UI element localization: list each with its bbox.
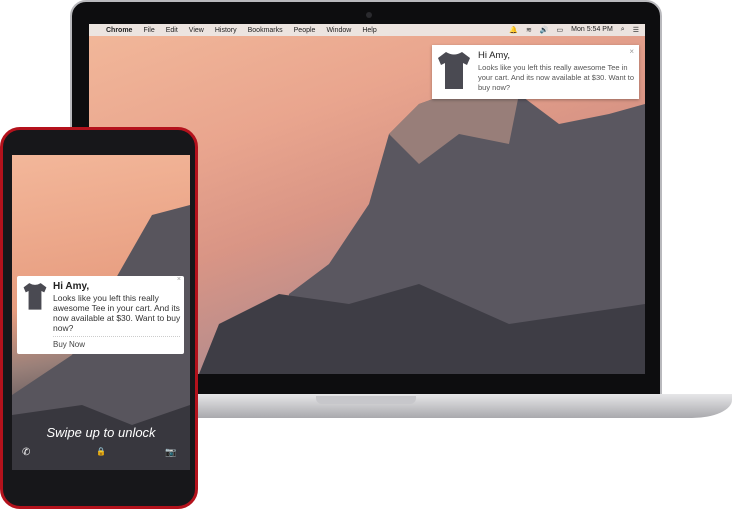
battery-icon[interactable]: ▭ — [557, 26, 564, 34]
notification-center-icon[interactable]: ☰ — [633, 26, 639, 34]
menu-file[interactable]: File — [143, 27, 154, 34]
divider — [53, 336, 180, 337]
menu-help[interactable]: Help — [362, 27, 376, 34]
webcam — [366, 12, 372, 18]
menu-bar: Chrome File Edit View History Bookmarks … — [89, 24, 645, 36]
notification-bell-icon[interactable]: 🔔 — [509, 26, 518, 34]
swipe-unlock-text: Swipe up to unlock — [46, 425, 156, 440]
menu-chrome[interactable]: Chrome — [106, 27, 132, 34]
clock[interactable]: Mon 5:54 PM — [571, 26, 613, 34]
spotlight-search-icon[interactable]: ⌕ — [621, 26, 625, 34]
menu-window[interactable]: Window — [326, 27, 351, 34]
phone-notification[interactable]: Hi Amy, Looks like you left this really … — [17, 276, 184, 354]
menu-people[interactable]: People — [294, 27, 316, 34]
notification-body: Looks like you left this really awesome … — [478, 63, 635, 92]
laptop-notch — [316, 396, 416, 404]
notification-title: Hi Amy, — [478, 50, 511, 61]
menu-bookmarks[interactable]: Bookmarks — [248, 27, 283, 34]
menu-edit[interactable]: Edit — [166, 27, 178, 34]
tshirt-image — [23, 283, 47, 310]
phone-lock-screen: Hi Amy, Looks like you left this really … — [12, 155, 190, 470]
menu-history[interactable]: History — [215, 27, 237, 34]
phone-icon[interactable]: ✆ — [22, 447, 30, 458]
buy-now-button[interactable]: Buy Now — [53, 340, 85, 349]
tshirt-image — [438, 52, 470, 89]
menu-view[interactable]: View — [189, 27, 204, 34]
wifi-icon[interactable]: ≋ — [526, 26, 532, 34]
volume-icon[interactable]: 🔊 — [540, 26, 549, 34]
close-icon[interactable]: × — [177, 276, 181, 283]
close-icon[interactable]: × — [629, 47, 634, 56]
lock-icon[interactable]: 🔒 — [96, 447, 106, 456]
camera-icon[interactable]: 📷 — [165, 447, 176, 458]
notification-body: Looks like you left this really awesome … — [53, 293, 181, 333]
notification-title: Hi Amy, — [53, 281, 90, 292]
desktop-notification[interactable]: Hi Amy, Looks like you left this really … — [432, 45, 639, 99]
